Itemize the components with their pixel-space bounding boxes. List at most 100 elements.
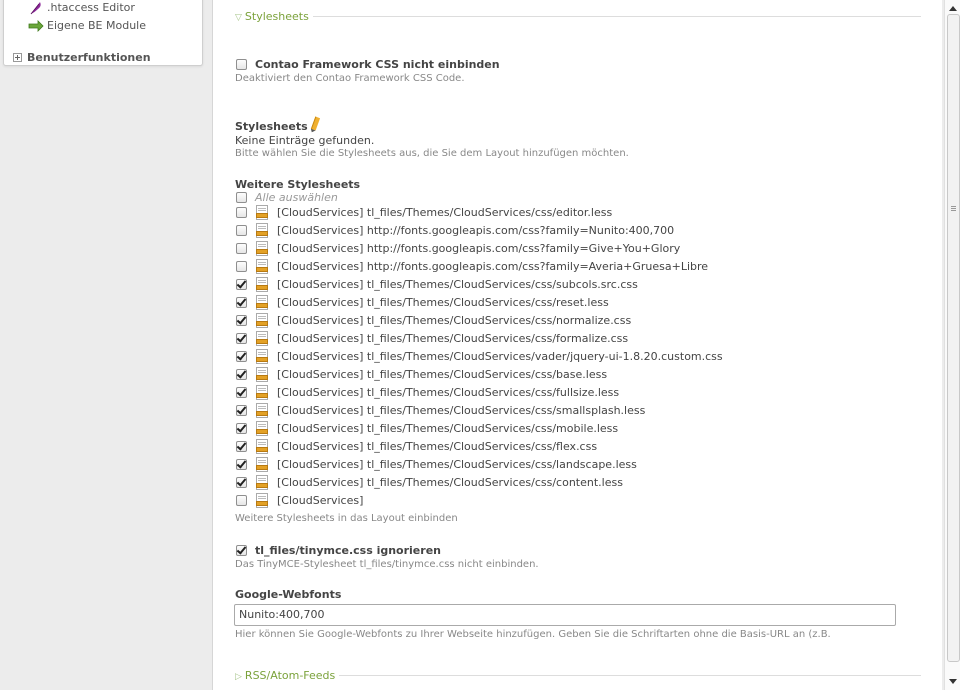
stylesheet-label: [CloudServices] tl_files/Themes/CloudSer… [277,476,623,489]
stylesheet-checkbox[interactable] [236,423,247,434]
stylesheet-checkbox[interactable] [236,495,247,506]
stylesheet-row[interactable]: [CloudServices] tl_files/Themes/CloudSer… [213,456,913,474]
stylesheet-checkbox[interactable] [236,351,247,362]
fieldset-divider [235,16,921,17]
tinymce-label: tl_files/tinymce.css ignorieren [255,544,441,557]
stylesheet-row[interactable]: [CloudServices] tl_files/Themes/CloudSer… [213,276,913,294]
stylesheet-label: [CloudServices] tl_files/Themes/CloudSer… [277,350,723,363]
stylesheet-checkbox[interactable] [236,297,247,308]
stylesheet-checkbox[interactable] [236,279,247,290]
css-file-icon [256,349,268,364]
stylesheet-row[interactable]: [CloudServices] tl_files/Themes/CloudSer… [213,420,913,438]
css-file-icon [256,313,268,328]
stylesheet-checkbox[interactable] [236,369,247,380]
pencil-icon[interactable] [310,116,321,131]
stylesheet-checkbox[interactable] [236,387,247,398]
stylesheet-row[interactable]: [CloudServices] http://fonts.googleapis.… [213,222,913,240]
stylesheet-row[interactable]: [CloudServices] tl_files/Themes/CloudSer… [213,402,913,420]
stylesheet-label: [CloudServices] tl_files/Themes/CloudSer… [277,332,629,345]
main-form-panel: ▽ Stylesheets Contao Framework CSS nicht … [212,0,942,690]
stylesheet-label: [CloudServices] http://fonts.googleapis.… [277,224,675,237]
legend-label: RSS/Atom-Feeds [244,669,336,682]
css-file-icon [256,493,268,508]
framework-css-help: Deaktiviert den Contao Framework CSS Cod… [235,73,465,84]
stylesheet-row[interactable]: [CloudServices] tl_files/Themes/CloudSer… [213,312,913,330]
expand-icon: ▷ [235,672,242,682]
stylesheet-row[interactable]: [CloudServices] [213,492,913,510]
stylesheet-checkbox[interactable] [236,333,247,344]
stylesheet-label: [CloudServices] http://fonts.googleapis.… [277,260,709,273]
css-file-icon [256,367,268,382]
stylesheet-checkbox[interactable] [236,459,247,470]
framework-css-checkbox[interactable] [236,59,247,70]
stylesheet-checkbox[interactable] [236,243,247,254]
framework-css-label: Contao Framework CSS nicht einbinden [255,58,500,71]
webfonts-help: Hier können Sie Google-Webfonts zu Ihrer… [235,629,831,640]
external-stylesheets-help: Weitere Stylesheets in das Layout einbin… [235,513,458,524]
stylesheet-checkbox[interactable] [236,441,247,452]
css-file-icon [256,241,268,256]
css-file-icon [256,403,268,418]
css-file-icon [256,439,268,454]
nav-item-label: .htaccess Editor [47,1,135,14]
stylesheet-checkbox[interactable] [236,477,247,488]
stylesheet-label: [CloudServices] tl_files/Themes/CloudSer… [277,422,619,435]
stylesheet-row[interactable]: [CloudServices] tl_files/Themes/CloudSer… [213,384,913,402]
feather-icon [28,0,44,16]
stylesheet-label: [CloudServices] tl_files/Themes/CloudSer… [277,206,613,219]
stylesheet-label: [CloudServices] tl_files/Themes/CloudSer… [277,458,637,471]
stylesheet-label: [CloudServices] http://fonts.googleapis.… [277,242,681,255]
stylesheets-help: Bitte wählen Sie die Stylesheets aus, di… [235,148,629,159]
stylesheet-label: [CloudServices] tl_files/Themes/CloudSer… [277,404,646,417]
css-file-icon [256,223,268,238]
stylesheet-row[interactable]: [CloudServices] tl_files/Themes/CloudSer… [213,348,913,366]
stylesheet-label: [CloudServices] tl_files/Themes/CloudSer… [277,368,608,381]
legend-rss-feeds[interactable]: ▷ RSS/Atom-Feeds [235,669,340,683]
stylesheet-checkbox[interactable] [236,405,247,416]
css-file-icon [256,385,268,400]
stylesheet-label: [CloudServices] tl_files/Themes/CloudSer… [277,440,598,453]
webfonts-input[interactable]: Nunito:400,700 [234,604,896,626]
stylesheet-checkbox[interactable] [236,225,247,236]
plus-icon[interactable] [13,52,22,62]
stylesheet-row[interactable]: [CloudServices] tl_files/Themes/CloudSer… [213,366,913,384]
stylesheet-row[interactable]: [CloudServices] tl_files/Themes/CloudSer… [213,294,913,312]
stylesheet-row[interactable]: [CloudServices] http://fonts.googleapis.… [213,258,913,276]
scrollbar-thumb[interactable] [947,14,960,662]
stylesheet-label: [CloudServices] [277,494,364,507]
stylesheet-label: [CloudServices] tl_files/Themes/CloudSer… [277,278,638,291]
css-file-icon [256,259,268,274]
legend-stylesheets[interactable]: ▽ Stylesheets [235,10,313,24]
stylesheet-label: [CloudServices] tl_files/Themes/CloudSer… [277,386,620,399]
css-file-icon [256,331,268,346]
nav-item-htaccess-editor[interactable]: .htaccess Editor [28,0,135,16]
stylesheet-row[interactable]: [CloudServices] tl_files/Themes/CloudSer… [213,438,913,456]
legend-label: Stylesheets [244,10,309,23]
stylesheet-checkbox[interactable] [236,207,247,218]
stylesheet-row[interactable]: [CloudServices] http://fonts.googleapis.… [213,240,913,258]
stylesheet-row[interactable]: [CloudServices] tl_files/Themes/CloudSer… [213,330,913,348]
left-navigation: .htaccess Editor Eigene BE Module Benutz… [3,0,203,66]
stylesheet-label: [CloudServices] tl_files/Themes/CloudSer… [277,296,609,309]
css-file-icon [256,457,268,472]
css-file-icon [256,205,268,220]
collapse-icon: ▽ [235,13,242,23]
stylesheets-label: Stylesheets [235,120,308,133]
nav-group-benutzerfunktionen[interactable]: Benutzerfunktionen [13,50,151,66]
select-all-checkbox[interactable] [236,192,247,203]
nav-item-label: Eigene BE Module [47,19,146,32]
tinymce-checkbox[interactable] [236,545,247,556]
stylesheet-row[interactable]: [CloudServices] tl_files/Themes/CloudSer… [213,474,913,492]
stylesheets-empty-text: Keine Einträge gefunden. [235,134,375,147]
vertical-scrollbar[interactable] [944,0,960,690]
scroll-down-arrow-icon[interactable] [945,674,960,690]
nav-group-label: Benutzerfunktionen [27,51,151,64]
css-file-icon [256,475,268,490]
nav-item-eigene-be-module[interactable]: Eigene BE Module [28,18,146,34]
webfonts-label: Google-Webfonts [235,588,342,601]
stylesheet-checkbox[interactable] [236,261,247,272]
stylesheet-checkbox[interactable] [236,315,247,326]
stylesheet-label: [CloudServices] tl_files/Themes/CloudSer… [277,314,632,327]
stylesheet-row[interactable]: [CloudServices] tl_files/Themes/CloudSer… [213,204,913,222]
css-file-icon [256,421,268,436]
